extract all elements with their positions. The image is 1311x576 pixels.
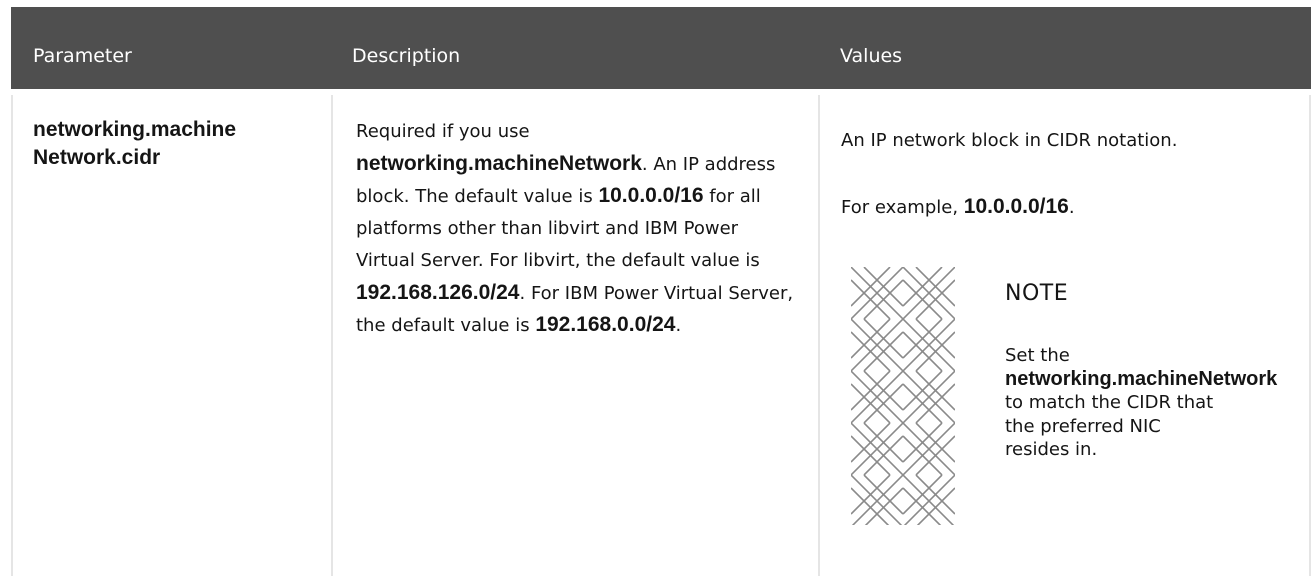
note-text-bold: networking.machineNetwork (1005, 367, 1278, 390)
description-bold-text: 192.168.0.0/24 (535, 313, 676, 337)
description-text: . (675, 315, 682, 337)
header-values: Values (840, 45, 903, 67)
note-pattern-icon (851, 267, 955, 525)
parameter-name-line2: Network.cidr (33, 146, 161, 169)
note-title: NOTE (1005, 281, 1069, 306)
parameter-table: Parameter Description Values networking.… (11, 0, 1311, 576)
parameter-name-line1: networking.machine (33, 118, 237, 141)
table-header: Parameter Description Values (11, 7, 1311, 89)
column-divider (331, 95, 333, 576)
values-example: For example, 10.0.0.0/16. (841, 195, 1075, 219)
note-text-prefix: Set the (1005, 345, 1070, 366)
example-prefix: For example, (841, 197, 964, 218)
example-suffix: . (1068, 197, 1075, 218)
description-bold-text: 192.168.126.0/24 (356, 280, 520, 304)
header-parameter: Parameter (33, 45, 132, 67)
description-text: Required if you use (356, 121, 530, 142)
column-divider (818, 95, 820, 576)
description-cell: Required if you use networking.machineNe… (356, 116, 796, 342)
description-bold-text: 10.0.0.0/16 (598, 184, 704, 208)
values-text: An IP network block in CIDR notation. (841, 130, 1178, 151)
column-divider (11, 95, 13, 576)
parameter-cell: networking.machine Network.cidr (33, 116, 313, 172)
header-description: Description (352, 45, 461, 67)
note-body: Set the networking.machineNetwork to mat… (1005, 344, 1277, 462)
description-bold-text: networking.machineNetwork (356, 151, 642, 175)
example-value: 10.0.0.0/16 (963, 195, 1069, 218)
note-text-suffix: to match the CIDR that the preferred NIC… (1005, 392, 1214, 460)
